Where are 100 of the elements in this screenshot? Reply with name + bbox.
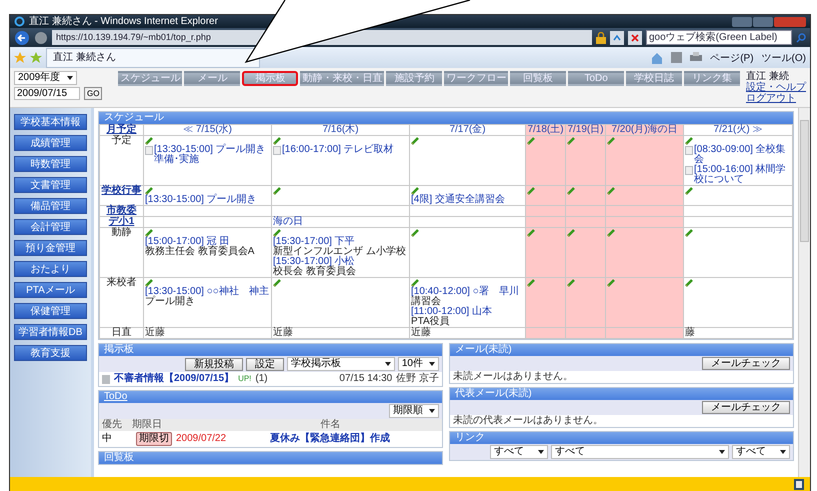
pencil-icon[interactable]	[411, 278, 420, 287]
entry-link[interactable]: 海の日	[273, 217, 408, 227]
event-link[interactable]: [15:00-16:00] 林間学校について	[694, 165, 791, 185]
pencil-icon[interactable]	[145, 186, 154, 195]
command-menu[interactable]: ツール(O)	[762, 50, 806, 64]
date-header[interactable]: 7/16(木)	[272, 124, 410, 136]
pencil-icon[interactable]	[273, 228, 282, 237]
sidebar-button[interactable]: PTAメール	[14, 282, 87, 298]
entry-link[interactable]: [15:30-17:00] 下平	[273, 237, 408, 247]
entry-link[interactable]: [13:30-15:00] ○○神社 神主	[145, 287, 270, 297]
close-button[interactable]	[774, 16, 806, 26]
pencil-icon[interactable]	[273, 136, 282, 145]
mail-check-button[interactable]: メールチェック	[702, 401, 790, 414]
board-button[interactable]: 新規投稿	[184, 358, 243, 370]
home-icon[interactable]	[651, 52, 664, 64]
count-select[interactable]: 10件	[398, 357, 439, 371]
entry-link[interactable]: [15:00-17:00] 冠 田	[145, 237, 270, 247]
row-label: 日直	[112, 327, 132, 338]
date-header[interactable]: 7/19(日)	[566, 124, 606, 136]
sidebar-button[interactable]: 教育支援	[14, 345, 87, 361]
entry-note: 新型インフルエンザ ム小学校	[273, 247, 407, 257]
filter-select[interactable]: すべて	[732, 445, 790, 459]
event-link[interactable]: [16:00-17:00] テレビ取材	[282, 145, 408, 155]
favorites-star-icon[interactable]	[14, 52, 26, 64]
sidebar-button[interactable]: おたより	[14, 261, 87, 277]
date-header[interactable]: 7/21(火) ≫	[684, 124, 792, 136]
pencil-icon[interactable]	[527, 278, 536, 287]
maximize-button[interactable]	[753, 16, 773, 26]
sidebar-button[interactable]: 学校基本情報	[14, 114, 87, 130]
pencil-icon[interactable]	[527, 228, 536, 237]
sidebar-button[interactable]: 学習者情報DB	[14, 324, 87, 340]
board-select[interactable]: 学校掲示板	[286, 357, 395, 371]
add-favorite-icon[interactable]	[30, 52, 42, 64]
pencil-icon[interactable]	[607, 278, 616, 287]
task-link[interactable]: 夏休み【緊急連絡団】作成	[270, 433, 390, 445]
event-link[interactable]: [08:30-09:00] 全校集会	[694, 145, 791, 165]
pencil-icon[interactable]	[567, 278, 576, 287]
date-header[interactable]: ≪ 7/15(水)	[144, 124, 272, 136]
mail-check-button[interactable]: メールチェック	[702, 357, 790, 370]
browser-tab[interactable]: 直江 兼続さん	[46, 48, 260, 68]
sort-select[interactable]: 期限順	[389, 404, 439, 418]
entry-link[interactable]: [15:30-17:00] 小松	[273, 257, 408, 267]
pencil-icon[interactable]	[685, 278, 694, 287]
pencil-icon[interactable]	[145, 278, 154, 287]
minimize-button[interactable]	[732, 16, 752, 26]
pencil-icon[interactable]	[145, 228, 154, 237]
pencil-icon[interactable]	[273, 278, 282, 287]
print-icon[interactable]	[690, 52, 702, 63]
pencil-icon[interactable]	[567, 228, 576, 237]
pencil-icon[interactable]	[567, 186, 576, 195]
filter-select[interactable]: すべて	[490, 445, 548, 459]
post-link[interactable]: 不審者情報【2009/07/15】	[114, 373, 234, 385]
sidebar-button[interactable]: 預り金管理	[14, 240, 87, 256]
entry-note: 教務主任会 教育委員会A	[145, 247, 256, 257]
command-menu[interactable]: ページ(P)	[710, 50, 754, 64]
note-icon[interactable]	[794, 478, 804, 490]
user-name: 直江 兼続	[746, 71, 790, 82]
pencil-icon[interactable]	[527, 186, 536, 195]
pencil-icon[interactable]	[527, 136, 536, 145]
filter-select[interactable]: すべて	[551, 445, 729, 459]
date-header[interactable]: 7/20(月)海の日	[606, 124, 684, 136]
pencil-icon[interactable]	[567, 136, 576, 145]
search-icon[interactable]	[796, 32, 806, 42]
pencil-icon[interactable]	[145, 136, 154, 145]
pencil-icon[interactable]	[607, 186, 616, 195]
scrollbar[interactable]	[798, 108, 810, 477]
entry-link[interactable]: [11:00-12:00] 山本	[411, 307, 524, 317]
go-button[interactable]: GO	[84, 87, 102, 100]
pencil-icon[interactable]	[685, 228, 694, 237]
sidebar-button[interactable]: 時数管理	[14, 156, 87, 172]
date-header[interactable]: 7/17(金)	[410, 124, 526, 136]
pencil-icon[interactable]	[411, 186, 420, 195]
row-label: 来校者	[106, 277, 136, 288]
user-link[interactable]: ログアウト	[746, 93, 806, 104]
user-link[interactable]: 設定・ヘルプ	[746, 82, 806, 93]
pencil-icon[interactable]	[607, 228, 616, 237]
sidebar-button[interactable]: 文書管理	[14, 177, 87, 193]
sidebar-button[interactable]: 備品管理	[14, 198, 87, 214]
date-field[interactable]: 2009/07/15	[14, 87, 80, 100]
search-field[interactable]: gooウェブ検索(Green Label)	[646, 30, 792, 45]
pencil-icon[interactable]	[273, 186, 282, 195]
sidebar-button[interactable]: 会計管理	[14, 219, 87, 235]
back-button[interactable]	[14, 30, 30, 46]
stop-button[interactable]	[628, 30, 642, 44]
pencil-icon[interactable]	[411, 228, 420, 237]
board-button[interactable]: 設定	[246, 358, 284, 370]
pencil-icon[interactable]	[685, 186, 694, 195]
entry-note: プール開き	[145, 297, 195, 307]
sidebar-button[interactable]: 成績管理	[14, 135, 87, 151]
pencil-icon[interactable]	[685, 136, 694, 145]
refresh-button[interactable]	[610, 30, 624, 44]
date-header[interactable]: 7/18(土)	[526, 124, 566, 136]
forward-button[interactable]	[34, 30, 48, 44]
year-select[interactable]: 2009年度	[14, 71, 77, 85]
caret-icon	[538, 450, 544, 454]
column-header: 優先	[102, 419, 123, 431]
sidebar-button[interactable]: 保健管理	[14, 303, 87, 319]
entry-link[interactable]: [10:40-12:00] ○署 早川	[411, 287, 524, 297]
pencil-icon[interactable]	[411, 136, 420, 145]
pencil-icon[interactable]	[607, 136, 616, 145]
